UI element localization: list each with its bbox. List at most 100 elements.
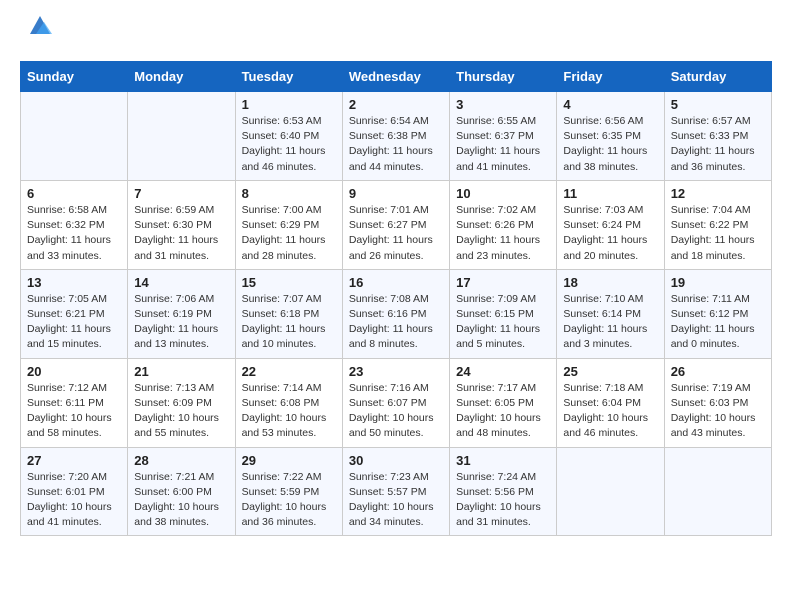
day-number: 31 bbox=[456, 453, 550, 468]
day-number: 11 bbox=[563, 186, 657, 201]
day-info: Sunrise: 6:57 AMSunset: 6:33 PMDaylight:… bbox=[671, 114, 765, 175]
day-info: Sunrise: 7:03 AMSunset: 6:24 PMDaylight:… bbox=[563, 203, 657, 264]
week-row-1: 1 Sunrise: 6:53 AMSunset: 6:40 PMDaylight… bbox=[21, 92, 772, 181]
day-number: 9 bbox=[349, 186, 443, 201]
day-number: 1 bbox=[242, 97, 336, 112]
day-number: 12 bbox=[671, 186, 765, 201]
calendar-cell: 11 Sunrise: 7:03 AMSunset: 6:24 PMDayligh… bbox=[557, 180, 664, 269]
day-info: Sunrise: 7:21 AMSunset: 6:00 PMDaylight:… bbox=[134, 470, 228, 531]
day-info: Sunrise: 6:54 AMSunset: 6:38 PMDaylight:… bbox=[349, 114, 443, 175]
day-info: Sunrise: 7:07 AMSunset: 6:18 PMDaylight:… bbox=[242, 292, 336, 353]
calendar-cell: 20Sunrise: 7:12 AMSunset: 6:11 PMDayligh… bbox=[21, 358, 128, 447]
day-info: Sunrise: 6:53 AMSunset: 6:40 PMDaylight:… bbox=[242, 114, 336, 175]
calendar-cell: 16 Sunrise: 7:08 AMSunset: 6:16 PMDayligh… bbox=[342, 269, 449, 358]
page-container: SundayMondayTuesdayWednesdayThursdayFrid… bbox=[0, 0, 792, 546]
calendar-cell: 10 Sunrise: 7:02 AMSunset: 6:26 PMDayligh… bbox=[450, 180, 557, 269]
day-info: Sunrise: 7:11 AMSunset: 6:12 PMDaylight:… bbox=[671, 292, 765, 353]
calendar-cell bbox=[557, 447, 664, 536]
calendar-cell: 31 Sunrise: 7:24 AMSunset: 5:56 PMDayligh… bbox=[450, 447, 557, 536]
day-number: 3 bbox=[456, 97, 550, 112]
calendar-cell: 23Sunrise: 7:16 AMSunset: 6:07 PMDayligh… bbox=[342, 358, 449, 447]
day-header-tuesday: Tuesday bbox=[235, 62, 342, 92]
calendar-cell: 4 Sunrise: 6:56 AMSunset: 6:35 PMDaylight… bbox=[557, 92, 664, 181]
day-number: 23 bbox=[349, 364, 443, 379]
calendar-cell: 30Sunrise: 7:23 AMSunset: 5:57 PMDayligh… bbox=[342, 447, 449, 536]
calendar-cell: 17 Sunrise: 7:09 AMSunset: 6:15 PMDayligh… bbox=[450, 269, 557, 358]
calendar-cell: 28 Sunrise: 7:21 AMSunset: 6:00 PMDayligh… bbox=[128, 447, 235, 536]
day-number: 4 bbox=[563, 97, 657, 112]
calendar-cell bbox=[664, 447, 771, 536]
day-number: 8 bbox=[242, 186, 336, 201]
day-info: Sunrise: 7:10 AMSunset: 6:14 PMDaylight:… bbox=[563, 292, 657, 353]
calendar-cell: 9 Sunrise: 7:01 AMSunset: 6:27 PMDaylight… bbox=[342, 180, 449, 269]
calendar-cell: 19 Sunrise: 7:11 AMSunset: 6:12 PMDayligh… bbox=[664, 269, 771, 358]
day-info: Sunrise: 6:58 AMSunset: 6:32 PMDaylight:… bbox=[27, 203, 121, 264]
day-info: Sunrise: 7:06 AMSunset: 6:19 PMDaylight:… bbox=[134, 292, 228, 353]
calendar-cell: 7Sunrise: 6:59 AMSunset: 6:30 PMDaylight… bbox=[128, 180, 235, 269]
day-number: 24 bbox=[456, 364, 550, 379]
calendar-cell: 15 Sunrise: 7:07 AMSunset: 6:18 PMDayligh… bbox=[235, 269, 342, 358]
day-info: Sunrise: 7:17 AMSunset: 6:05 PMDaylight:… bbox=[456, 381, 550, 442]
day-number: 16 bbox=[349, 275, 443, 290]
calendar-cell: 29 Sunrise: 7:22 AMSunset: 5:59 PMDayligh… bbox=[235, 447, 342, 536]
day-number: 10 bbox=[456, 186, 550, 201]
calendar-cell: 2 Sunrise: 6:54 AMSunset: 6:38 PMDaylight… bbox=[342, 92, 449, 181]
day-info: Sunrise: 7:24 AMSunset: 5:56 PMDaylight:… bbox=[456, 470, 550, 531]
day-info: Sunrise: 6:55 AMSunset: 6:37 PMDaylight:… bbox=[456, 114, 550, 175]
calendar-cell: 25 Sunrise: 7:18 AMSunset: 6:04 PMDayligh… bbox=[557, 358, 664, 447]
day-info: Sunrise: 6:56 AMSunset: 6:35 PMDaylight:… bbox=[563, 114, 657, 175]
day-info: Sunrise: 7:19 AMSunset: 6:03 PMDaylight:… bbox=[671, 381, 765, 442]
day-number: 21 bbox=[134, 364, 228, 379]
day-info: Sunrise: 7:12 AMSunset: 6:11 PMDaylight:… bbox=[27, 381, 121, 442]
day-number: 13 bbox=[27, 275, 121, 290]
day-info: Sunrise: 7:14 AMSunset: 6:08 PMDaylight:… bbox=[242, 381, 336, 442]
calendar-cell: 12 Sunrise: 7:04 AMSunset: 6:22 PMDayligh… bbox=[664, 180, 771, 269]
calendar-cell: 5Sunrise: 6:57 AMSunset: 6:33 PMDaylight… bbox=[664, 92, 771, 181]
day-number: 17 bbox=[456, 275, 550, 290]
calendar-cell: 21Sunrise: 7:13 AMSunset: 6:09 PMDayligh… bbox=[128, 358, 235, 447]
calendar-table: SundayMondayTuesdayWednesdayThursdayFrid… bbox=[20, 61, 772, 536]
day-info: Sunrise: 7:18 AMSunset: 6:04 PMDaylight:… bbox=[563, 381, 657, 442]
week-row-2: 6Sunrise: 6:58 AMSunset: 6:32 PMDaylight… bbox=[21, 180, 772, 269]
calendar-cell: 8Sunrise: 7:00 AMSunset: 6:29 PMDaylight… bbox=[235, 180, 342, 269]
week-row-5: 27 Sunrise: 7:20 AMSunset: 6:01 PMDayligh… bbox=[21, 447, 772, 536]
day-header-friday: Friday bbox=[557, 62, 664, 92]
day-number: 7 bbox=[134, 186, 228, 201]
day-info: Sunrise: 7:08 AMSunset: 6:16 PMDaylight:… bbox=[349, 292, 443, 353]
calendar-cell: 14 Sunrise: 7:06 AMSunset: 6:19 PMDayligh… bbox=[128, 269, 235, 358]
day-info: Sunrise: 7:09 AMSunset: 6:15 PMDaylight:… bbox=[456, 292, 550, 353]
day-header-saturday: Saturday bbox=[664, 62, 771, 92]
calendar-cell: 18Sunrise: 7:10 AMSunset: 6:14 PMDayligh… bbox=[557, 269, 664, 358]
calendar-cell: 1 Sunrise: 6:53 AMSunset: 6:40 PMDaylight… bbox=[235, 92, 342, 181]
week-row-3: 13Sunrise: 7:05 AMSunset: 6:21 PMDayligh… bbox=[21, 269, 772, 358]
calendar-cell: 26 Sunrise: 7:19 AMSunset: 6:03 PMDayligh… bbox=[664, 358, 771, 447]
day-info: Sunrise: 7:20 AMSunset: 6:01 PMDaylight:… bbox=[27, 470, 121, 531]
week-row-4: 20Sunrise: 7:12 AMSunset: 6:11 PMDayligh… bbox=[21, 358, 772, 447]
days-header-row: SundayMondayTuesdayWednesdayThursdayFrid… bbox=[21, 62, 772, 92]
day-info: Sunrise: 7:22 AMSunset: 5:59 PMDaylight:… bbox=[242, 470, 336, 531]
day-header-thursday: Thursday bbox=[450, 62, 557, 92]
day-number: 14 bbox=[134, 275, 228, 290]
day-number: 19 bbox=[671, 275, 765, 290]
calendar-cell: 24 Sunrise: 7:17 AMSunset: 6:05 PMDayligh… bbox=[450, 358, 557, 447]
day-number: 15 bbox=[242, 275, 336, 290]
day-number: 2 bbox=[349, 97, 443, 112]
day-number: 26 bbox=[671, 364, 765, 379]
day-number: 29 bbox=[242, 453, 336, 468]
day-number: 25 bbox=[563, 364, 657, 379]
day-number: 30 bbox=[349, 453, 443, 468]
calendar-cell: 6Sunrise: 6:58 AMSunset: 6:32 PMDaylight… bbox=[21, 180, 128, 269]
day-number: 27 bbox=[27, 453, 121, 468]
logo bbox=[20, 20, 54, 45]
day-header-sunday: Sunday bbox=[21, 62, 128, 92]
calendar-cell bbox=[128, 92, 235, 181]
logo-icon bbox=[26, 12, 54, 45]
day-info: Sunrise: 7:01 AMSunset: 6:27 PMDaylight:… bbox=[349, 203, 443, 264]
calendar-cell: 27 Sunrise: 7:20 AMSunset: 6:01 PMDayligh… bbox=[21, 447, 128, 536]
calendar-cell: 22Sunrise: 7:14 AMSunset: 6:08 PMDayligh… bbox=[235, 358, 342, 447]
day-info: Sunrise: 7:04 AMSunset: 6:22 PMDaylight:… bbox=[671, 203, 765, 264]
day-number: 28 bbox=[134, 453, 228, 468]
calendar-cell: 3 Sunrise: 6:55 AMSunset: 6:37 PMDaylight… bbox=[450, 92, 557, 181]
day-header-monday: Monday bbox=[128, 62, 235, 92]
day-info: Sunrise: 7:02 AMSunset: 6:26 PMDaylight:… bbox=[456, 203, 550, 264]
